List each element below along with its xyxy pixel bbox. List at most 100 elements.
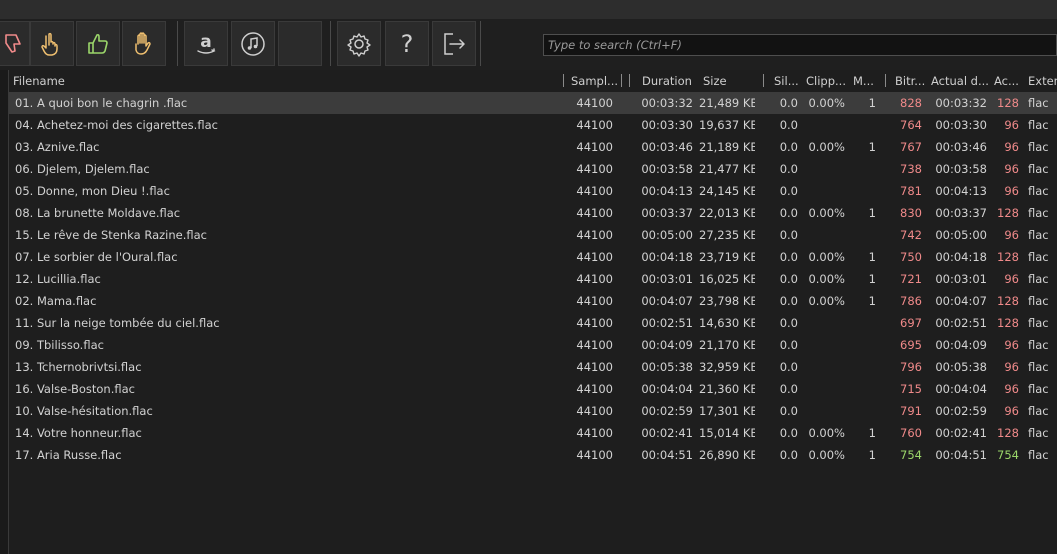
cell-sample: 44100 — [576, 228, 613, 242]
col-m[interactable]: M... — [849, 70, 879, 92]
cell-actual: 00:03:46 — [935, 140, 987, 154]
music-button[interactable] — [231, 21, 275, 66]
cell-size: 21,170 KB — [699, 338, 755, 352]
cell-ac: 96 — [1004, 228, 1019, 242]
table-row[interactable]: 06. Djelem, Djelem.flac 44100 00:03:58 21,4… — [9, 158, 1057, 180]
cell-m: 1 — [868, 250, 876, 264]
cell-bitrate: 791 — [900, 404, 922, 418]
cell-bitrate: 721 — [900, 272, 922, 286]
col-duration[interactable]: Duration — [638, 70, 702, 92]
table-row[interactable]: 13. Tchernobrivtsi.flac 44100 00:05:38 32,9… — [9, 356, 1057, 378]
cell-filename: 13. Tchernobrivtsi.flac — [15, 360, 142, 374]
table-row[interactable]: 05. Donne, mon Dieu !.flac 44100 00:04:13 2… — [9, 180, 1057, 202]
cell-ext: flac — [1028, 382, 1049, 396]
col-actual-duration[interactable]: Actual d... — [927, 70, 989, 92]
table-row[interactable]: 08. La brunette Moldave.flac 44100 00:03:3… — [9, 202, 1057, 224]
cell-ext: flac — [1028, 228, 1049, 242]
col-filename[interactable]: Filename — [9, 70, 561, 92]
cell-duration: 00:03:30 — [641, 118, 693, 132]
cell-ext: flac — [1028, 294, 1049, 308]
col-ac[interactable]: Ac... — [990, 70, 1024, 92]
col-extension[interactable]: Exten — [1024, 70, 1057, 92]
cell-ext: flac — [1028, 404, 1049, 418]
amazon-button[interactable]: a — [184, 21, 228, 66]
cell-ext: flac — [1028, 206, 1049, 220]
cell-size: 14,630 KB — [699, 316, 755, 330]
col-divider[interactable] — [563, 74, 564, 87]
col-divider[interactable] — [629, 74, 630, 87]
toolbar-separator — [177, 21, 178, 66]
cell-clipping: 0.00% — [808, 206, 845, 220]
exit-button[interactable] — [432, 21, 476, 66]
table-row[interactable]: 03. Aznive.flac 44100 00:03:46 21,189 KB 0.0… — [9, 136, 1057, 158]
col-silence[interactable]: Sil... — [770, 70, 800, 92]
cell-size: 16,025 KB — [699, 272, 755, 286]
table-row[interactable]: 11. Sur la neige tombée du ciel.flac 4410… — [9, 312, 1057, 334]
cell-ac: 96 — [1004, 272, 1019, 286]
cell-sample: 44100 — [576, 360, 613, 374]
table-row[interactable]: 12. Lucillia.flac 44100 00:03:01 16,025 KB 0… — [9, 268, 1057, 290]
cell-sample: 44100 — [576, 162, 613, 176]
table-row[interactable]: 04. Achetez-moi des cigarettes.flac 44100… — [9, 114, 1057, 136]
cell-ac: 96 — [1004, 338, 1019, 352]
cell-ac: 96 — [1004, 118, 1019, 132]
col-bitrate[interactable]: Bitr... — [891, 70, 927, 92]
cell-sample: 44100 — [576, 206, 613, 220]
cell-bitrate: 830 — [900, 206, 922, 220]
cell-filename: 06. Djelem, Djelem.flac — [15, 162, 150, 176]
col-sample[interactable]: Sampl... — [567, 70, 619, 92]
cell-actual: 00:04:09 — [935, 338, 987, 352]
cell-m — [849, 378, 876, 400]
cell-sample: 44100 — [576, 426, 613, 440]
cell-ac: 754 — [997, 448, 1019, 462]
col-divider[interactable] — [885, 74, 886, 87]
cell-size: 19,637 KB — [699, 118, 755, 132]
col-size[interactable]: Size — [699, 70, 761, 92]
cell-duration: 00:02:41 — [641, 426, 693, 440]
help-button[interactable]: ? — [385, 21, 429, 66]
cell-silence: 0.0 — [779, 448, 798, 462]
cell-duration: 00:04:18 — [641, 250, 693, 264]
cell-size: 21,360 KB — [699, 382, 755, 396]
cell-size: 21,489 KB — [699, 96, 755, 110]
search-input[interactable] — [543, 34, 1057, 56]
cell-silence: 0.0 — [779, 96, 798, 110]
cell-bitrate: 760 — [900, 426, 922, 440]
cell-clipping: 0.00% — [808, 272, 845, 286]
table-row[interactable]: 09. Tbilisso.flac 44100 00:04:09 21,170 KB 0… — [9, 334, 1057, 356]
cell-ac: 96 — [1004, 360, 1019, 374]
cell-m: 1 — [868, 294, 876, 308]
thumbs-down-button[interactable] — [0, 21, 30, 66]
cell-actual: 00:05:00 — [935, 228, 987, 242]
table-row[interactable]: 10. Valse-hésitation.flac 44100 00:02:59 17… — [9, 400, 1057, 422]
blank-button[interactable] — [278, 21, 322, 66]
col-divider[interactable] — [621, 74, 622, 87]
table-row[interactable]: 17. Aria Russe.flac 44100 00:04:51 26,890 K… — [9, 444, 1057, 466]
cell-clipping — [800, 400, 845, 422]
cell-sample: 44100 — [576, 140, 613, 154]
thumbs-up-button[interactable] — [76, 21, 120, 66]
table-row[interactable]: 02. Mama.flac 44100 00:04:07 23,798 KB 0.0 0.… — [9, 290, 1057, 312]
cell-m: 1 — [868, 206, 876, 220]
table-row[interactable]: 15. Le rêve de Stenka Razine.flac 44100 00… — [9, 224, 1057, 246]
col-clipping[interactable]: Clipp... — [802, 70, 850, 92]
hand-pointer-button[interactable] — [30, 21, 74, 66]
table-row[interactable]: 01. A quoi bon le chagrin .flac 44100 00:0… — [9, 92, 1057, 114]
amazon-icon: a — [197, 32, 216, 54]
cell-m: 1 — [868, 426, 876, 440]
settings-button[interactable] — [337, 21, 381, 66]
cell-clipping — [800, 114, 845, 136]
table-row[interactable]: 07. Le sorbier de l'Oural.flac 44100 00:04… — [9, 246, 1057, 268]
cell-filename: 14. Votre honneur.flac — [15, 426, 142, 440]
cell-filename: 16. Valse-Boston.flac — [15, 382, 135, 396]
cell-actual: 00:03:37 — [935, 206, 987, 220]
cell-ac: 128 — [997, 426, 1019, 440]
col-divider[interactable] — [763, 74, 764, 87]
cell-filename: 02. Mama.flac — [15, 294, 97, 308]
cell-actual: 00:03:32 — [935, 96, 987, 110]
table-row[interactable]: 16. Valse-Boston.flac 44100 00:04:04 21,360… — [9, 378, 1057, 400]
cell-ac: 128 — [997, 206, 1019, 220]
cell-sample: 44100 — [576, 338, 613, 352]
table-row[interactable]: 14. Votre honneur.flac 44100 00:02:41 15,01… — [9, 422, 1057, 444]
hand-stop-button[interactable] — [122, 21, 166, 66]
